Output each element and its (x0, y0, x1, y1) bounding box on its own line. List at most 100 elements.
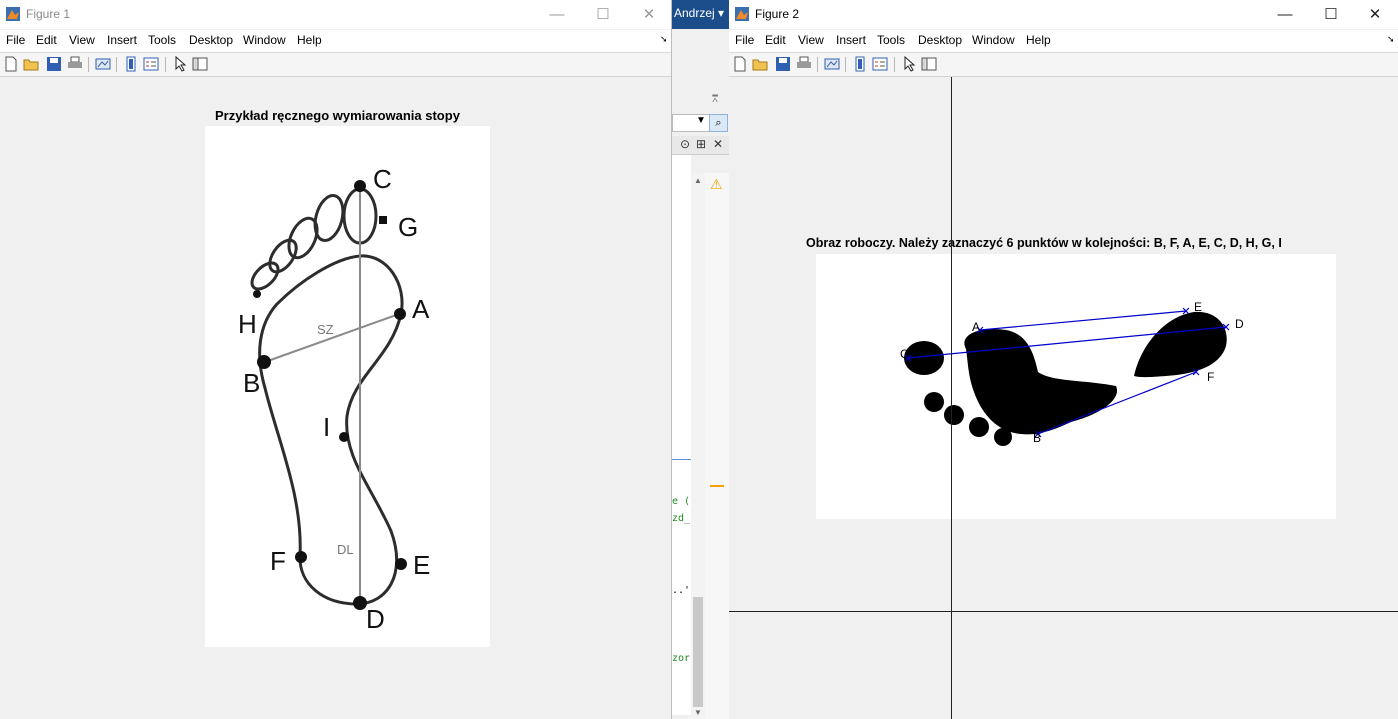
open-file-icon[interactable] (752, 56, 768, 72)
menu-file[interactable]: File (735, 33, 754, 47)
figure2-axes-title: Obraz roboczy. Należy zaznaczyć 6 punktó… (806, 236, 1282, 250)
save-icon[interactable] (775, 56, 791, 72)
new-figure-icon[interactable] (3, 56, 19, 72)
figure1-axes-title: Przykład ręcznego wymiarowania stopy (215, 108, 460, 123)
menu-desktop[interactable]: Desktop (189, 33, 233, 47)
maximize-button[interactable]: ☐ (1308, 0, 1354, 29)
figure1-titlebar[interactable]: Figure 1 — ☐ ✕ (0, 0, 671, 29)
label-sz: SZ (317, 322, 334, 337)
menu-edit[interactable]: Edit (36, 33, 57, 47)
matlab-main-window-fragment: Andrzej ▾ ⩞ ▼ ⌕ ⊙ ⊞ ✕ ▲ ▼ ⚠ e ( zd_ ..' … (671, 0, 729, 719)
label-c: C (373, 164, 392, 194)
dock-arrow-icon[interactable]: ➘ (1387, 34, 1395, 45)
label-i: I (323, 412, 331, 442)
section-divider (672, 459, 691, 460)
link-plot-icon[interactable] (95, 56, 111, 72)
menu-desktop[interactable]: Desktop (918, 33, 962, 47)
print-icon[interactable] (67, 56, 83, 72)
user-menu[interactable]: Andrzej ▾ (672, 0, 729, 29)
figure2-toolbar (729, 53, 1398, 77)
foot-diagram-image: C G A H B I F E D SZ DL (205, 126, 490, 647)
code-fragment: e ( (672, 496, 691, 507)
menu-window[interactable]: Window (243, 33, 286, 47)
link-plot-icon[interactable] (824, 56, 840, 72)
legend-icon[interactable] (872, 56, 888, 72)
code-fragment: zd_ (672, 513, 691, 524)
open-file-icon[interactable] (23, 56, 39, 72)
pointer-icon[interactable] (172, 56, 188, 72)
maximize-icon: ☐ (596, 6, 610, 23)
user-name: Andrzej (674, 6, 715, 20)
new-figure-icon[interactable] (732, 56, 748, 72)
editor-pane[interactable] (672, 155, 691, 715)
menu-edit[interactable]: Edit (765, 33, 786, 47)
label-dl: DL (337, 542, 354, 557)
code-analyzer-strip (705, 173, 729, 719)
label-a: A (412, 294, 430, 324)
working-image[interactable]: C A E D F B (816, 254, 1336, 519)
minimize-button[interactable]: — (534, 0, 580, 29)
point-label-a: A (972, 320, 981, 334)
close-panel-icon[interactable]: ✕ (713, 137, 723, 151)
save-icon[interactable] (46, 56, 62, 72)
crosshair-vertical (951, 77, 952, 719)
menu-insert[interactable]: Insert (107, 33, 137, 47)
menu-insert[interactable]: Insert (836, 33, 866, 47)
point-label-c: C (900, 347, 909, 361)
menu-view[interactable]: View (69, 33, 95, 47)
toolbar-separator (845, 57, 846, 72)
maximize-icon: ☐ (1324, 6, 1338, 23)
matlab-icon (6, 7, 20, 21)
menu-help[interactable]: Help (297, 33, 322, 47)
menu-view[interactable]: View (798, 33, 824, 47)
scroll-thumb[interactable] (693, 597, 703, 707)
minimize-button[interactable]: — (1262, 0, 1308, 29)
search-icon[interactable]: ⌕ (709, 114, 728, 132)
menu-window[interactable]: Window (972, 33, 1015, 47)
toolbar-separator (88, 57, 89, 72)
figure1-title: Figure 1 (26, 7, 71, 21)
warning-marker[interactable] (710, 485, 724, 487)
footprint-silhouette (904, 307, 1230, 446)
menu-file[interactable]: File (6, 33, 25, 47)
close-icon: ✕ (642, 6, 656, 23)
chevron-down-icon[interactable]: ▼ (696, 115, 706, 126)
panel-options-icon[interactable]: ⊙ (680, 137, 690, 151)
property-editor-icon[interactable] (921, 56, 937, 72)
toolbar-separator (165, 57, 166, 72)
property-editor-icon[interactable] (192, 56, 208, 72)
figure1-window: Figure 1 — ☐ ✕ File Edit View Insert Too… (0, 0, 671, 719)
dock-arrow-icon[interactable]: ➘ (660, 34, 668, 45)
legend-icon[interactable] (143, 56, 159, 72)
colorbar-icon[interactable] (123, 56, 139, 72)
figure2-titlebar[interactable]: Figure 2 — ☐ ✕ (729, 0, 1398, 29)
figure2-title: Figure 2 (755, 7, 800, 21)
minimize-icon: — (1277, 6, 1293, 23)
label-g: G (398, 212, 419, 242)
menu-tools[interactable]: Tools (877, 33, 905, 47)
code-fragment: zor (672, 653, 691, 664)
close-button[interactable]: ✕ (1352, 0, 1398, 29)
warning-icon[interactable]: ⚠ (710, 176, 723, 193)
toolbar-separator (116, 57, 117, 72)
print-icon[interactable] (796, 56, 812, 72)
chevron-down-icon: ▾ (718, 6, 725, 20)
close-button[interactable]: ✕ (626, 0, 671, 29)
scroll-down-icon[interactable]: ▼ (694, 708, 702, 717)
figure1-toolbar (0, 53, 671, 77)
menu-help[interactable]: Help (1026, 33, 1051, 47)
point-label-d: D (1235, 317, 1244, 331)
toolstrip-area (672, 29, 729, 115)
figure2-menubar: File Edit View Insert Tools Desktop Wind… (729, 30, 1398, 53)
code-fragment: ..' (672, 585, 691, 596)
colorbar-icon[interactable] (852, 56, 868, 72)
collapse-toolstrip-icon[interactable]: ⩞ (712, 94, 718, 105)
label-h: H (238, 309, 257, 339)
point-label-b: B (1033, 431, 1042, 445)
maximize-button[interactable]: ☐ (580, 0, 626, 29)
menu-tools[interactable]: Tools (148, 33, 176, 47)
pointer-icon[interactable] (901, 56, 917, 72)
scroll-up-icon[interactable]: ▲ (694, 176, 702, 185)
undock-icon[interactable]: ⊞ (696, 137, 706, 151)
toolbar-separator (894, 57, 895, 72)
